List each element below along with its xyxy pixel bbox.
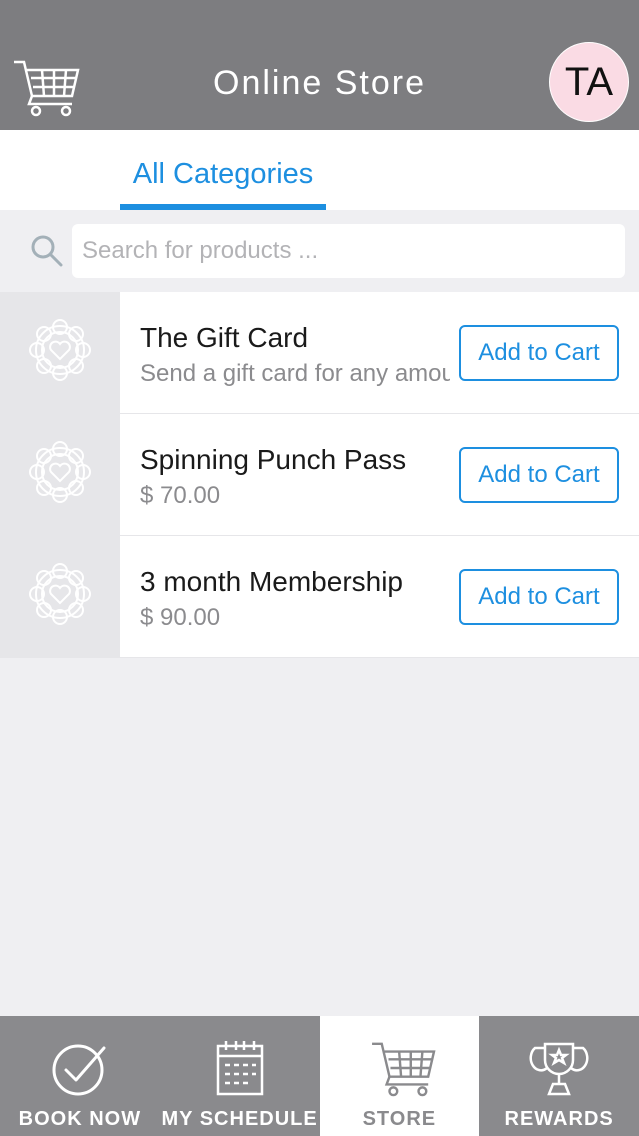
tab-label: STORE — [362, 1108, 437, 1130]
tab-label: BOOK NOW — [18, 1108, 142, 1130]
product-row-spinning-punch-pass[interactable]: Spinning Punch Pass $ 70.00 Add to Cart — [0, 414, 639, 536]
tab-rewards[interactable]: REWARDS — [479, 1016, 639, 1136]
product-row-gift-card[interactable]: The Gift Card Send a gift card for any a… — [0, 292, 639, 414]
avatar[interactable]: TA — [549, 42, 629, 122]
search-bar — [0, 210, 639, 292]
tab-my-schedule[interactable]: MY SCHEDULE — [160, 1016, 320, 1136]
calendar-icon — [210, 1038, 270, 1098]
product-description: Send a gift card for any amount — [140, 360, 450, 387]
product-list: The Gift Card Send a gift card for any a… — [0, 292, 639, 658]
tab-label: MY SCHEDULE — [161, 1108, 318, 1130]
bottom-tab-bar: BOOK NOW MY SCHEDULE STORE REWARDS — [0, 1016, 639, 1136]
search-icon — [30, 234, 64, 268]
tab-all-categories[interactable]: All Categories — [120, 158, 326, 191]
product-name: 3 month Membership — [140, 566, 404, 597]
product-thumbnail — [0, 536, 120, 657]
product-thumbnail — [0, 414, 120, 535]
add-to-cart-button[interactable]: Add to Cart — [459, 325, 619, 381]
product-price: $ 70.00 — [140, 482, 221, 509]
tab-store[interactable]: STORE — [319, 1016, 480, 1136]
product-thumbnail — [0, 292, 120, 413]
product-row-3-month-membership[interactable]: 3 month Membership $ 90.00 Add to Cart — [0, 536, 639, 658]
trophy-icon — [529, 1038, 589, 1098]
product-name: The Gift Card — [140, 322, 309, 353]
cart-icon — [369, 1038, 436, 1098]
flower-heart-icon — [27, 439, 93, 510]
flower-heart-icon — [27, 317, 93, 388]
add-to-cart-button[interactable]: Add to Cart — [459, 447, 619, 503]
product-price: $ 90.00 — [140, 604, 221, 631]
category-tabs: All Categories — [0, 130, 639, 210]
app-header: Online Store TA — [0, 0, 639, 130]
page-title: Online Store — [213, 64, 426, 102]
tab-book-now[interactable]: BOOK NOW — [0, 1016, 160, 1136]
add-to-cart-button[interactable]: Add to Cart — [459, 569, 619, 625]
flower-heart-icon — [27, 561, 93, 632]
search-input[interactable] — [72, 224, 625, 278]
checkmark-circle-icon — [50, 1038, 110, 1098]
product-name: Spinning Punch Pass — [140, 444, 407, 475]
tab-label: REWARDS — [504, 1108, 614, 1130]
